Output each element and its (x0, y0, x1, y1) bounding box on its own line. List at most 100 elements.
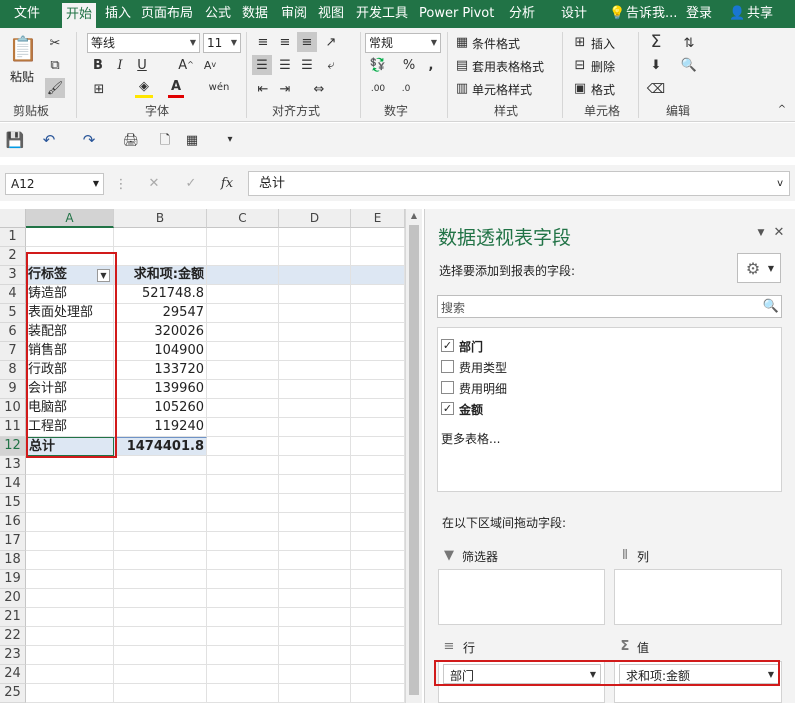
font-size-select[interactable]: 11 ▼ (203, 33, 241, 53)
autosum-icon[interactable]: Σ (646, 32, 666, 52)
save-icon[interactable]: 💾 (6, 131, 25, 149)
row-header-25[interactable]: 25 (0, 684, 26, 703)
font-name-select[interactable]: 等线 ▼ (87, 33, 200, 53)
cell-b23[interactable] (114, 646, 207, 665)
row-header-22[interactable]: 22 (0, 627, 26, 646)
cell-e5[interactable] (351, 304, 405, 323)
field-label[interactable]: 金额 (459, 401, 483, 418)
cell-d5[interactable] (279, 304, 351, 323)
row-header-19[interactable]: 19 (0, 570, 26, 589)
cell-d9[interactable] (279, 380, 351, 399)
cell-c24[interactable] (207, 665, 279, 684)
vertical-scrollbar[interactable]: ▲ (405, 209, 422, 703)
tab-developer[interactable]: 开发工具 (356, 0, 408, 28)
cell-c5[interactable] (207, 304, 279, 323)
cell-c8[interactable] (207, 361, 279, 380)
clear-icon[interactable]: ⌫ (646, 80, 666, 98)
row-header-24[interactable]: 24 (0, 665, 26, 684)
cell-b5[interactable]: 29547 (114, 304, 207, 323)
number-format-select[interactable]: 常规 ▼ (365, 33, 441, 53)
row-header-4[interactable]: 4 (0, 285, 26, 304)
cell-c20[interactable] (207, 589, 279, 608)
cell-e10[interactable] (351, 399, 405, 418)
cell-b18[interactable] (114, 551, 207, 570)
cell-d11[interactable] (279, 418, 351, 437)
align-top-icon[interactable]: ≡ (254, 34, 272, 50)
row-header-10[interactable]: 10 (0, 399, 26, 418)
cell-d3[interactable] (279, 266, 351, 285)
cell-b13[interactable] (114, 456, 207, 475)
conditional-format-icon[interactable]: ▦ (454, 34, 470, 50)
name-box[interactable]: A12 ▼ (5, 173, 104, 195)
cell-c4[interactable] (207, 285, 279, 304)
row-header-11[interactable]: 11 (0, 418, 26, 437)
customize-toolbar-icon[interactable]: ▾ (224, 131, 236, 149)
row-header-12[interactable]: 12 (0, 437, 26, 456)
cell-d6[interactable] (279, 323, 351, 342)
cell-e20[interactable] (351, 589, 405, 608)
border-icon[interactable]: ⊞ (90, 80, 108, 98)
field-checkbox[interactable] (441, 360, 454, 373)
field-label[interactable]: 费用类型 (459, 359, 507, 376)
cell-c7[interactable] (207, 342, 279, 361)
tab-page-layout[interactable]: 页面布局 (141, 0, 193, 28)
insert-function-icon[interactable]: fx (218, 175, 236, 191)
format-as-table-button[interactable]: 套用表格格式 (472, 58, 544, 75)
insert-cells-icon[interactable]: ⊞ (572, 34, 588, 50)
tab-analyze[interactable]: 分析 (509, 0, 535, 28)
font-color-icon[interactable]: A (168, 78, 184, 98)
select-all-corner[interactable] (0, 209, 26, 228)
tell-me-box[interactable]: 告诉我... (626, 0, 677, 28)
cell-c11[interactable] (207, 418, 279, 437)
cell-e8[interactable] (351, 361, 405, 380)
cell-a17[interactable] (26, 532, 114, 551)
cell-e15[interactable] (351, 494, 405, 513)
cell-a20[interactable] (26, 589, 114, 608)
cell-d17[interactable] (279, 532, 351, 551)
share-button[interactable]: 共享 (747, 0, 773, 28)
cell-e2[interactable] (351, 247, 405, 266)
new-document-icon[interactable]: 🗋 (156, 131, 174, 149)
cell-c16[interactable] (207, 513, 279, 532)
cell-c25[interactable] (207, 684, 279, 703)
cell-b19[interactable] (114, 570, 207, 589)
cell-d23[interactable] (279, 646, 351, 665)
column-header-b[interactable]: B (114, 209, 207, 228)
cell-c3[interactable] (207, 266, 279, 285)
print-preview-icon[interactable]: 🖨 (122, 131, 140, 149)
cell-e14[interactable] (351, 475, 405, 494)
row-header-1[interactable]: 1 (0, 228, 26, 247)
cell-d18[interactable] (279, 551, 351, 570)
columns-drop-zone[interactable] (614, 569, 782, 625)
cell-d20[interactable] (279, 589, 351, 608)
cell-b7[interactable]: 104900 (114, 342, 207, 361)
cell-a16[interactable] (26, 513, 114, 532)
form-icon[interactable]: ▦ (183, 131, 201, 149)
increase-font-icon[interactable]: A ^ (178, 56, 194, 74)
copy-icon[interactable]: ⧉ (46, 56, 64, 74)
cell-a23[interactable] (26, 646, 114, 665)
tab-design[interactable]: 设计 (561, 0, 587, 28)
cell-c2[interactable] (207, 247, 279, 266)
cell-c13[interactable] (207, 456, 279, 475)
row-header-5[interactable]: 5 (0, 304, 26, 323)
cell-d10[interactable] (279, 399, 351, 418)
enter-icon[interactable]: ✓ (183, 175, 199, 191)
cell-e7[interactable] (351, 342, 405, 361)
cell-b25[interactable] (114, 684, 207, 703)
align-left-icon[interactable]: ☰ (252, 55, 272, 75)
cell-c21[interactable] (207, 608, 279, 627)
cell-c23[interactable] (207, 646, 279, 665)
cell-b15[interactable] (114, 494, 207, 513)
insert-cells-button[interactable]: 插入 (591, 35, 615, 52)
increase-decimal-icon[interactable]: .00 (366, 80, 390, 98)
cell-a15[interactable] (26, 494, 114, 513)
row-header-13[interactable]: 13 (0, 456, 26, 475)
cell-b8[interactable]: 133720 (114, 361, 207, 380)
row-header-21[interactable]: 21 (0, 608, 26, 627)
cancel-icon[interactable]: ✕ (146, 175, 162, 191)
more-tables-link[interactable]: 更多表格... (441, 430, 500, 447)
decrease-decimal-icon[interactable]: .0 (394, 80, 418, 98)
column-header-e[interactable]: E (351, 209, 405, 228)
cell-d24[interactable] (279, 665, 351, 684)
